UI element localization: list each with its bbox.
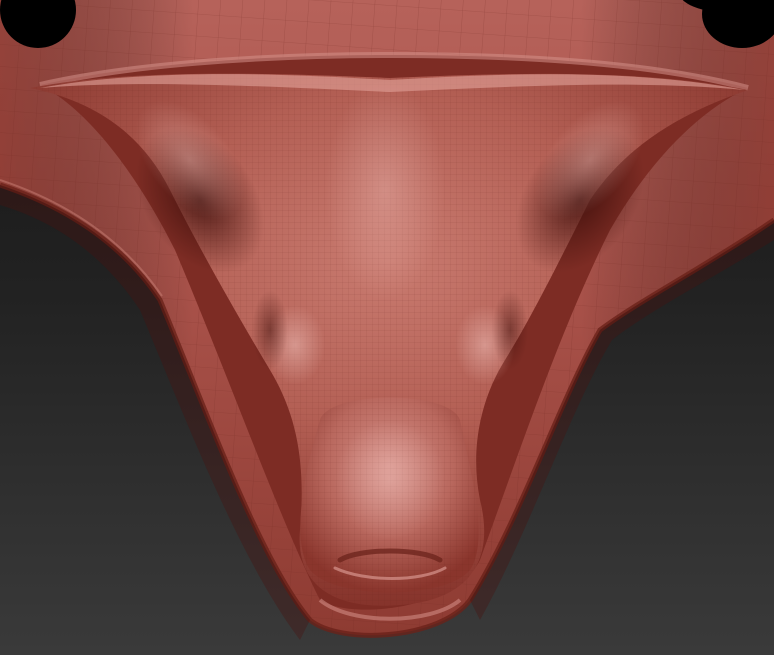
sculpt-model <box>0 0 774 640</box>
sculpt-viewport[interactable] <box>0 0 774 655</box>
